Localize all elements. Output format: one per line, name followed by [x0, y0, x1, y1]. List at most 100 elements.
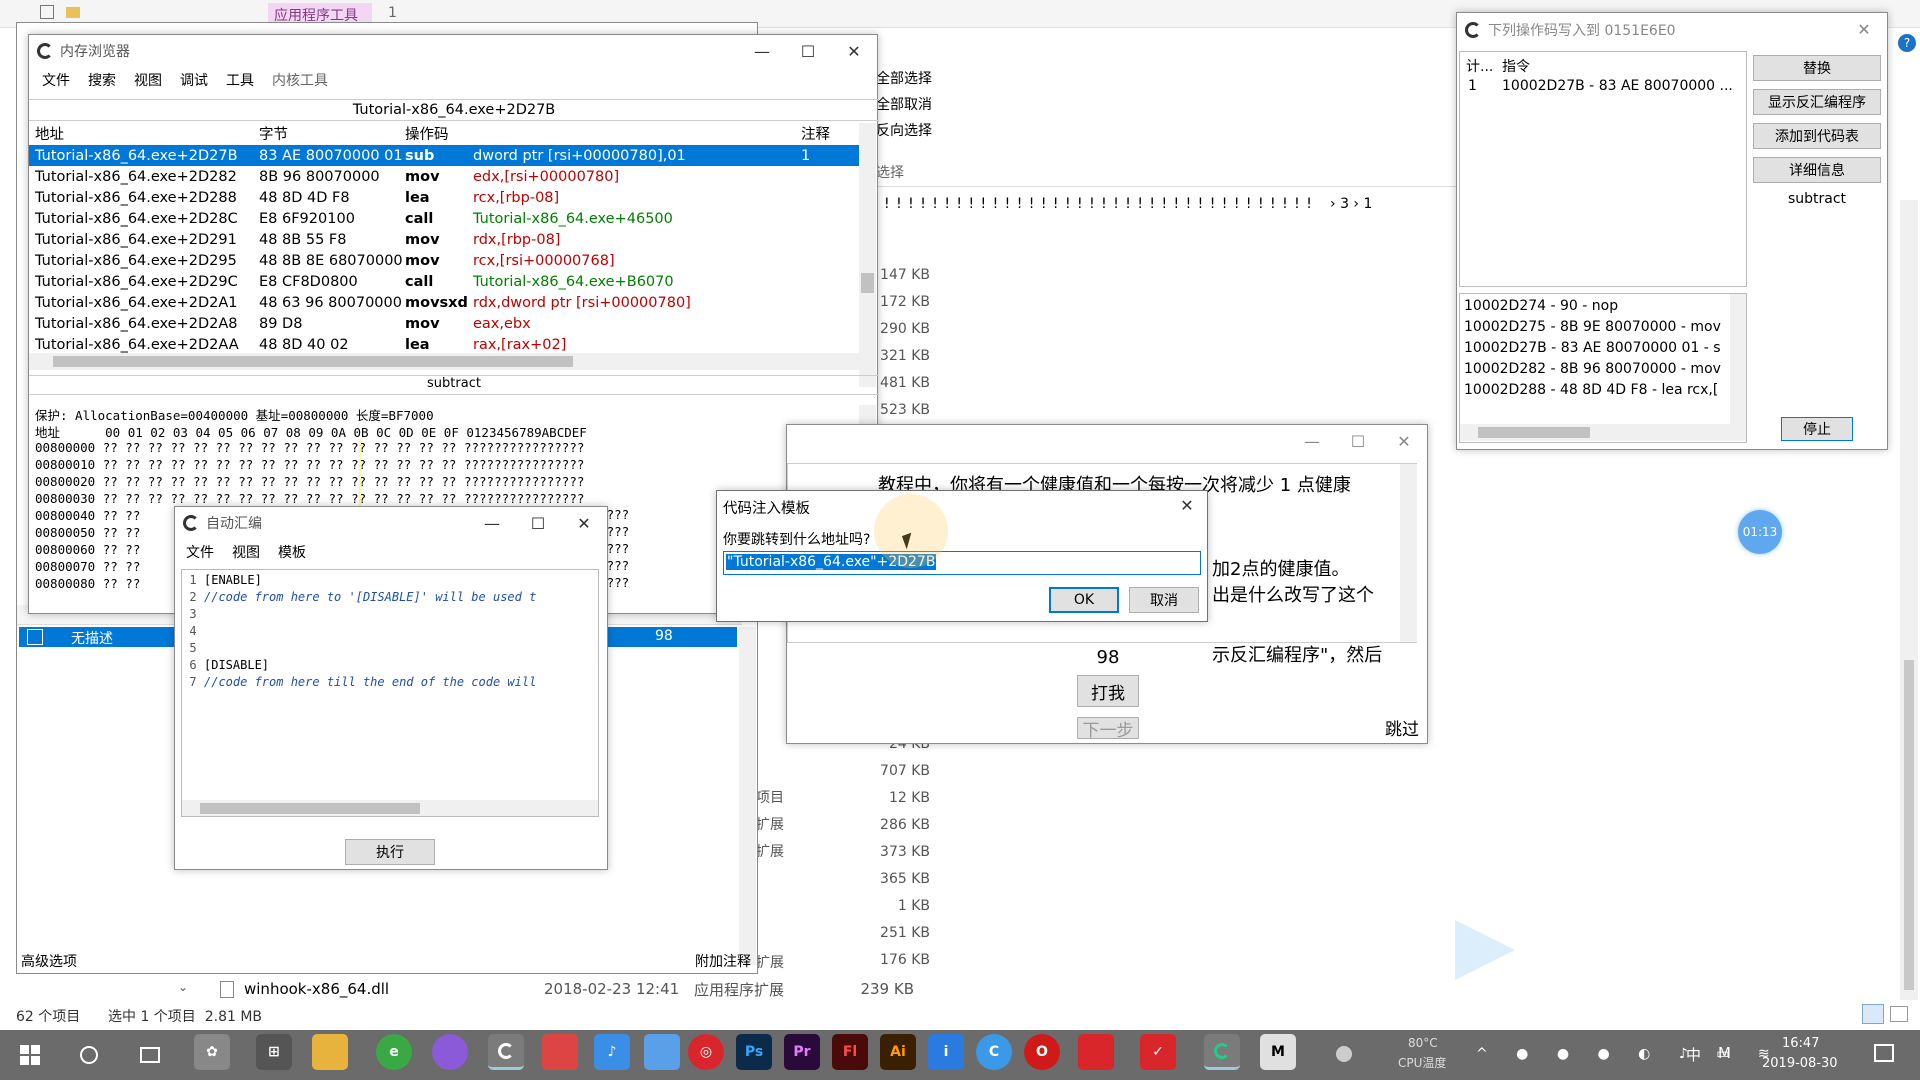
opcode-row[interactable]: 1 10002D27B - 83 AE 80070000 ...	[1460, 76, 1746, 96]
code-line[interactable]: 5	[182, 640, 536, 657]
col-bytes[interactable]: 字节	[259, 123, 288, 144]
maps-icon[interactable]	[542, 1034, 578, 1070]
tiles-view-icon[interactable]	[1890, 1006, 1908, 1022]
disasm-row[interactable]: Tutorial-x86_64.exe+2D28C E8 6F920100 call…	[29, 208, 859, 229]
hex-row[interactable]: 00800000 ?? ?? ?? ?? ?? ?? ?? ?? ?? ?? ?…	[35, 439, 584, 456]
opcode-writer-titlebar[interactable]: 下列操作码写入到 0151E6E0	[1457, 13, 1887, 47]
ribbon-select-all[interactable]: 全部选择	[876, 68, 932, 88]
maximize-button[interactable]: ☐	[785, 35, 831, 67]
clock-time[interactable]: 16:47	[1782, 1036, 1819, 1051]
col-comment[interactable]: 注释	[801, 123, 830, 144]
code-editor[interactable]: 1 [ENABLE] 2 //code from here to '[DISABLE]…	[181, 569, 599, 817]
menu-kernel-tools[interactable]: 内核工具	[263, 70, 337, 90]
close-button[interactable]: ✕	[1841, 13, 1887, 45]
menu-debug[interactable]: 调试	[171, 70, 217, 90]
cheat-engine-taskbar-icon[interactable]	[488, 1034, 524, 1070]
asm-preview-line[interactable]: 10002D275 - 8B 9E 80070000 - mov	[1464, 317, 1721, 338]
dialog-title[interactable]: 代码注入模板	[723, 497, 810, 518]
disasm-row[interactable]: Tutorial-x86_64.exe+2D291 48 8B 55 F8 mov r…	[29, 229, 859, 250]
execute-button[interactable]: 执行	[345, 839, 435, 865]
disasm-row[interactable]: Tutorial-x86_64.exe+2D2A1 48 63 96 800700…	[29, 292, 859, 313]
explorer-breadcrumb[interactable]: ! ! ! ! ! ! ! ! ! ! ! ! ! ! ! ! ! ! ! ! …	[884, 196, 1314, 212]
notification-icon[interactable]	[1874, 1044, 1894, 1062]
breadcrumb-part-3[interactable]: › 3 › 1	[1330, 196, 1372, 212]
close-button[interactable]: ✕	[561, 507, 607, 539]
minimize-button[interactable]: —	[469, 507, 515, 539]
col-count[interactable]: 计...	[1466, 59, 1493, 75]
opera-icon[interactable]: O	[1024, 1034, 1060, 1070]
wunderlist-icon[interactable]: ✓	[1140, 1034, 1176, 1070]
address-input[interactable]: "Tutorial-x86_64.exe"+2D27B	[723, 551, 1201, 575]
maximize-button[interactable]: ☐	[515, 507, 561, 539]
hex-row[interactable]: 00800030 ?? ?? ?? ?? ?? ?? ?? ?? ?? ?? ?…	[35, 490, 584, 507]
menu-file[interactable]: 文件	[33, 70, 79, 90]
asm-preview-line[interactable]: 10002D274 - 90 - nop	[1464, 296, 1721, 317]
skip-link[interactable]: 跳过	[1385, 715, 1419, 740]
disasm-row[interactable]: Tutorial-x86_64.exe+2D288 48 8D 4D F8 lea r…	[29, 187, 859, 208]
replace-button[interactable]: 替换	[1753, 55, 1881, 81]
balloon-app-icon[interactable]	[432, 1034, 468, 1070]
m-app-icon[interactable]: M	[1260, 1034, 1296, 1070]
code-line[interactable]: 7 //code from here till the end of the co…	[182, 674, 536, 691]
netease-icon[interactable]: ◎	[688, 1034, 724, 1070]
menu-tools[interactable]: 工具	[217, 70, 263, 90]
store-icon[interactable]: ⊞	[256, 1034, 292, 1070]
code-line[interactable]: 4	[182, 623, 536, 640]
minimize-button[interactable]: —	[1289, 425, 1335, 457]
ime-mode[interactable]: M	[1718, 1044, 1731, 1062]
menu-file[interactable]: 文件	[177, 542, 223, 562]
photoshop-icon[interactable]: Ps	[736, 1034, 772, 1070]
more-info-button[interactable]: 详细信息	[1753, 157, 1881, 183]
minimize-button[interactable]: —	[739, 35, 785, 67]
help-icon[interactable]: ?	[1898, 34, 1916, 52]
col-instruction[interactable]: 指令	[1502, 56, 1530, 76]
menu-template[interactable]: 模板	[269, 542, 315, 562]
music-icon[interactable]: ♪	[594, 1034, 630, 1070]
row-checkbox[interactable]	[27, 629, 43, 645]
code-line[interactable]: 2 //code from here to '[DISABLE]' will be…	[182, 589, 536, 606]
browser-green-icon[interactable]: e	[376, 1034, 412, 1070]
maximize-button[interactable]: ☐	[1335, 425, 1381, 457]
asm-preview-vscroll[interactable]	[1730, 294, 1746, 424]
add-to-codelist-button[interactable]: 添加到代码表	[1753, 123, 1881, 149]
search-icon[interactable]	[80, 1046, 98, 1064]
ribbon-select-none[interactable]: 全部取消	[876, 94, 932, 114]
clock-date[interactable]: 2019-08-30	[1762, 1056, 1838, 1071]
asm-preview-line[interactable]: 10002D27B - 83 AE 80070000 01 - s	[1464, 338, 1721, 359]
disasm-hscroll[interactable]	[29, 353, 859, 370]
asm-preview-line[interactable]: 10002D282 - 8B 96 80070000 - mov	[1464, 359, 1721, 380]
hit-me-button[interactable]: 打我	[1077, 675, 1139, 707]
hex-row[interactable]: 00800010 ?? ?? ?? ?? ?? ?? ?? ?? ?? ?? ?…	[35, 456, 584, 473]
disasm-row[interactable]: Tutorial-x86_64.exe+2D27B 83 AE 80070000 …	[29, 145, 859, 166]
disasm-row[interactable]: Tutorial-x86_64.exe+2D29C E8 CF8D0800 call…	[29, 271, 859, 292]
task-view-icon[interactable]	[140, 1047, 160, 1063]
code-line[interactable]: 6 [DISABLE]	[182, 657, 536, 674]
stop-button[interactable]: 停止	[1781, 417, 1853, 441]
editor-vscroll[interactable]	[582, 570, 598, 800]
disasm-row[interactable]: Tutorial-x86_64.exe+2D2A8 89 D8 mov eax,ebx	[29, 313, 859, 334]
hex-row[interactable]: 00800020 ?? ?? ?? ?? ?? ?? ?? ?? ?? ?? ?…	[35, 473, 584, 490]
cancel-button[interactable]: 取消	[1129, 587, 1199, 613]
start-button[interactable]	[20, 1045, 40, 1065]
col-opcode[interactable]: 操作码	[405, 123, 449, 144]
close-button[interactable]: ✕	[1167, 491, 1207, 519]
tray-icons[interactable]: ^ ● ● ● ◐ ♪ ▭ ≋	[1476, 1046, 1770, 1064]
code-line[interactable]: 3	[182, 606, 536, 623]
asm-preview-hscroll[interactable]	[1460, 424, 1746, 441]
disasm-vscroll[interactable]	[859, 123, 876, 387]
disasm-row[interactable]: Tutorial-x86_64.exe+2D2AA 48 8D 40 02 lea r…	[29, 334, 859, 355]
disasm-row[interactable]: Tutorial-x86_64.exe+2D282 8B 96 80070000 m…	[29, 166, 859, 187]
ribbon-invert-selection[interactable]: 反向选择	[876, 120, 932, 140]
youdao-icon[interactable]	[1078, 1034, 1114, 1070]
col-address[interactable]: 地址	[35, 123, 64, 144]
illustrator-icon[interactable]: Ai	[880, 1034, 916, 1070]
premiere-icon[interactable]: Pr	[784, 1034, 820, 1070]
expand-chevron-icon[interactable]: ⌄	[178, 980, 188, 994]
close-button[interactable]: ✕	[1381, 425, 1427, 457]
menu-search[interactable]: 搜索	[79, 70, 125, 90]
tutorial-vscroll[interactable]	[1400, 464, 1417, 642]
editor-hscroll[interactable]	[182, 800, 598, 816]
menu-view[interactable]: 视图	[223, 542, 269, 562]
pinwheel-app-icon[interactable]: ✿	[194, 1034, 230, 1070]
details-view-icon[interactable]	[1862, 1004, 1884, 1024]
